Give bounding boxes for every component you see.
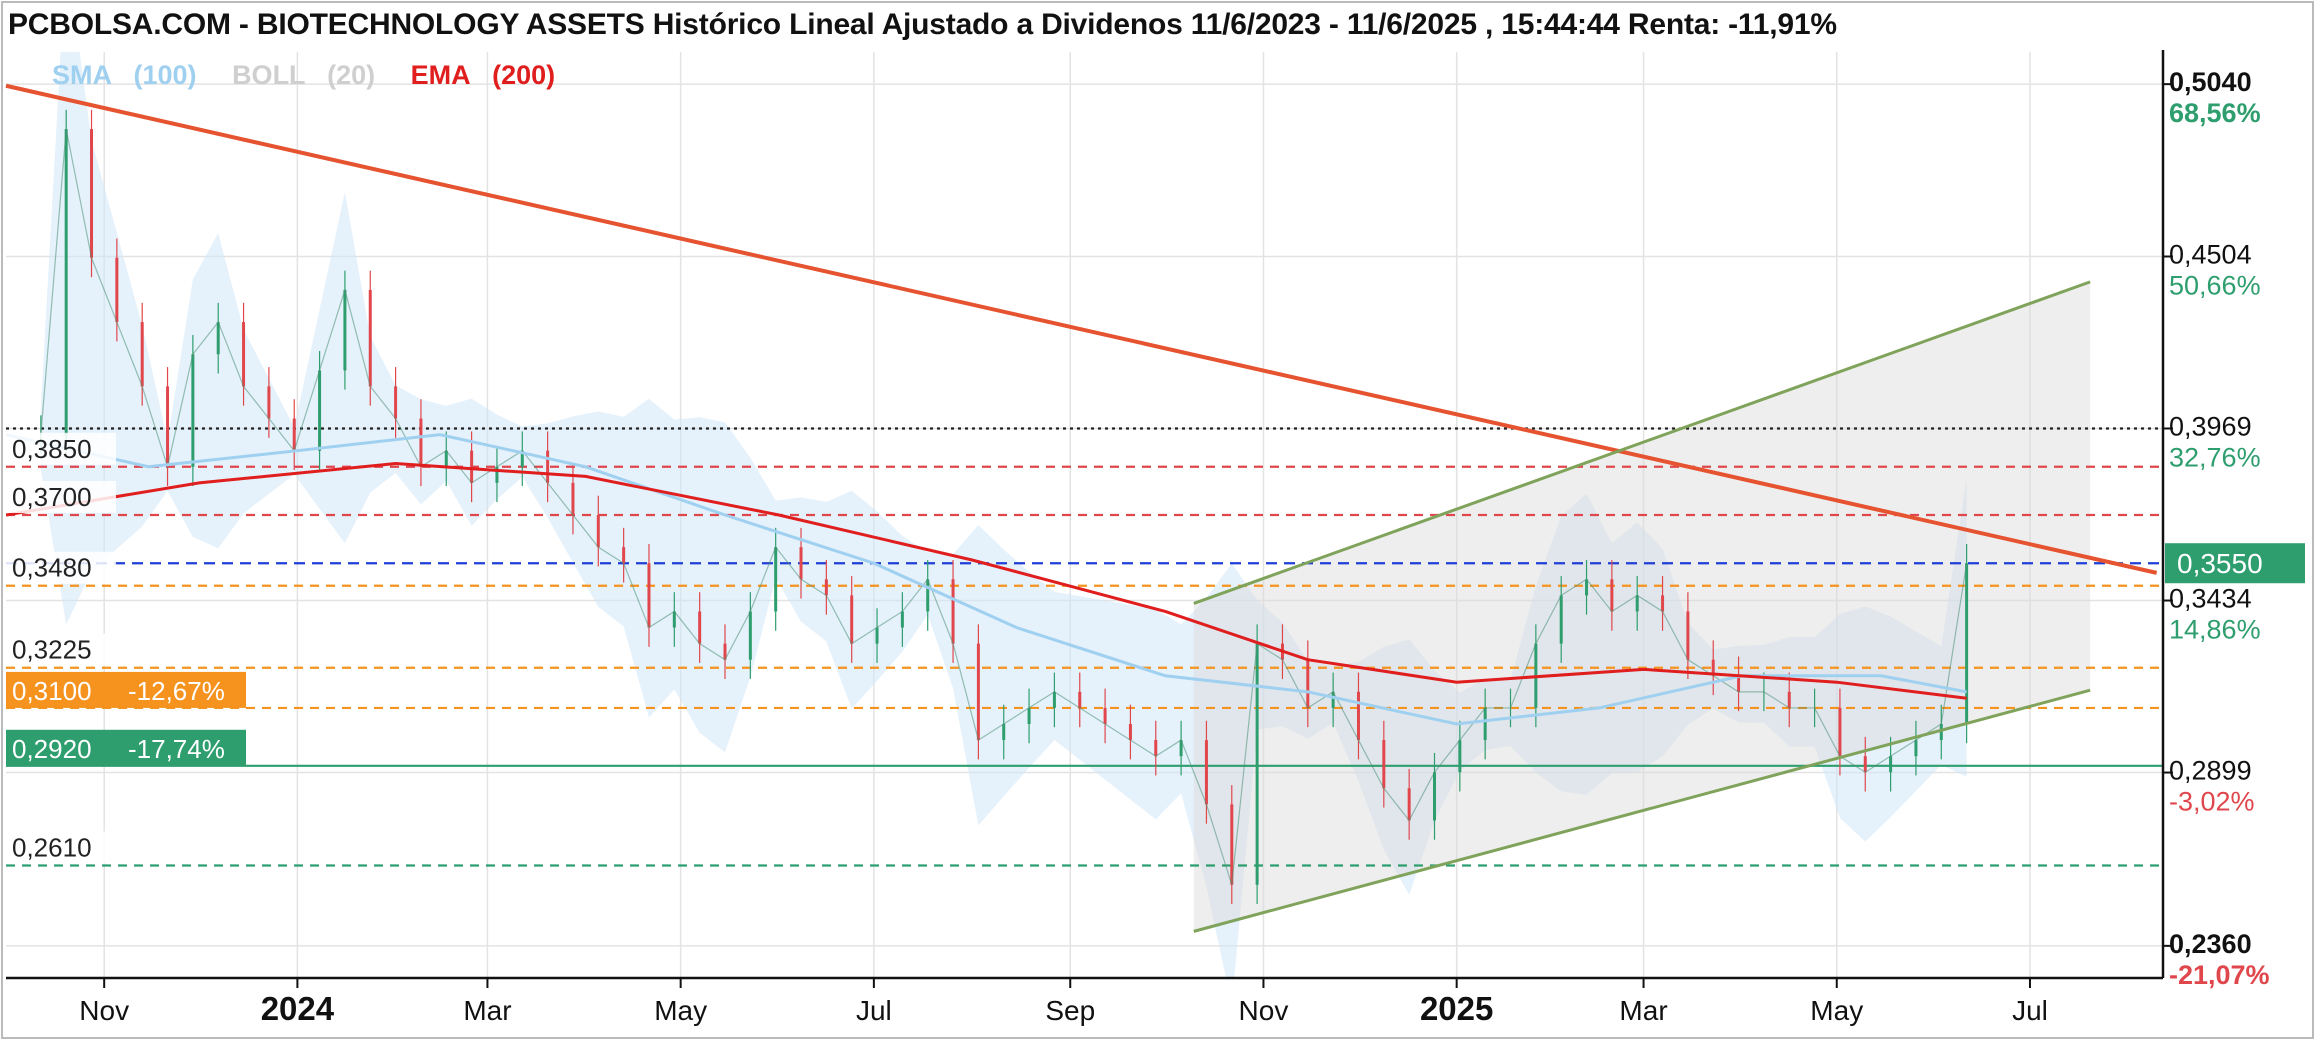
indicator-legend: SMA (100) BOLL (20) EMA (200) — [52, 60, 583, 91]
right-axis-percent: -3,02% — [2169, 787, 2255, 817]
level-label-value: 0,3700 — [12, 482, 92, 512]
legend-sma-param: (100) — [133, 60, 197, 90]
right-axis-value: 0,3434 — [2169, 584, 2252, 614]
price-chart: 0,3850 0,3700 0,3480 0,3225 0,3100 -12,67% 0,2… — [1, 1, 2314, 1039]
legend-sma: SMA (100) — [52, 60, 218, 90]
last-price-label: 0,3550 — [2177, 548, 2263, 579]
right-axis-value: 0,2899 — [2169, 756, 2252, 786]
legend-ema-label: EMA — [410, 60, 471, 90]
right-axis-percent: 32,76% — [2169, 443, 2261, 473]
level-label-percent: -12,67% — [128, 676, 225, 706]
right-axis-value: 0,3969 — [2169, 412, 2252, 442]
right-axis-percent: 68,56% — [2169, 98, 2261, 128]
x-axis-label: Mar — [1619, 995, 1667, 1026]
x-axis-label: Mar — [463, 995, 511, 1026]
level-label-value: 0,2610 — [12, 832, 92, 862]
right-axis-percent: 14,86% — [2169, 615, 2261, 645]
legend-boll: BOLL (20) — [232, 60, 397, 90]
level-label-percent: -17,74% — [128, 734, 225, 764]
x-axis-label: Nov — [1239, 995, 1289, 1026]
right-axis-percent: 50,66% — [2169, 270, 2261, 300]
x-axis-label: May — [654, 995, 707, 1026]
x-axis-label: May — [1810, 995, 1863, 1026]
x-axis-label: 2025 — [1420, 990, 1493, 1027]
x-axis-label: Jul — [2012, 995, 2048, 1026]
level-label-value: 0,3225 — [12, 635, 92, 665]
legend-boll-param: (20) — [327, 60, 376, 90]
legend-sma-label: SMA — [52, 60, 112, 90]
page-title: PCBOLSA.COM - BIOTECHNOLOGY ASSETS Histó… — [8, 8, 1837, 41]
right-axis-value: 0,2360 — [2169, 929, 2252, 959]
right-axis-percent: -21,07% — [2169, 960, 2270, 990]
level-label-value: 0,3100 — [12, 676, 92, 706]
x-axis-label: 2024 — [261, 990, 335, 1027]
x-axis-label: Nov — [79, 995, 129, 1026]
level-label-value: 0,3850 — [12, 434, 92, 464]
legend-ema: EMA (200) — [411, 60, 570, 90]
level-label-value: 0,2920 — [12, 734, 92, 764]
level-label-value: 0,3480 — [12, 553, 92, 583]
x-axis-label: Jul — [856, 995, 892, 1026]
chart-frame: 0,3850 0,3700 0,3480 0,3225 0,3100 -12,67% 0,2… — [0, 0, 2315, 1040]
right-axis-value: 0,4504 — [2169, 239, 2252, 269]
right-axis-value: 0,5040 — [2169, 67, 2252, 97]
x-axis-label: Sep — [1045, 995, 1095, 1026]
legend-boll-label: BOLL — [232, 60, 306, 90]
legend-ema-param: (200) — [492, 60, 556, 90]
